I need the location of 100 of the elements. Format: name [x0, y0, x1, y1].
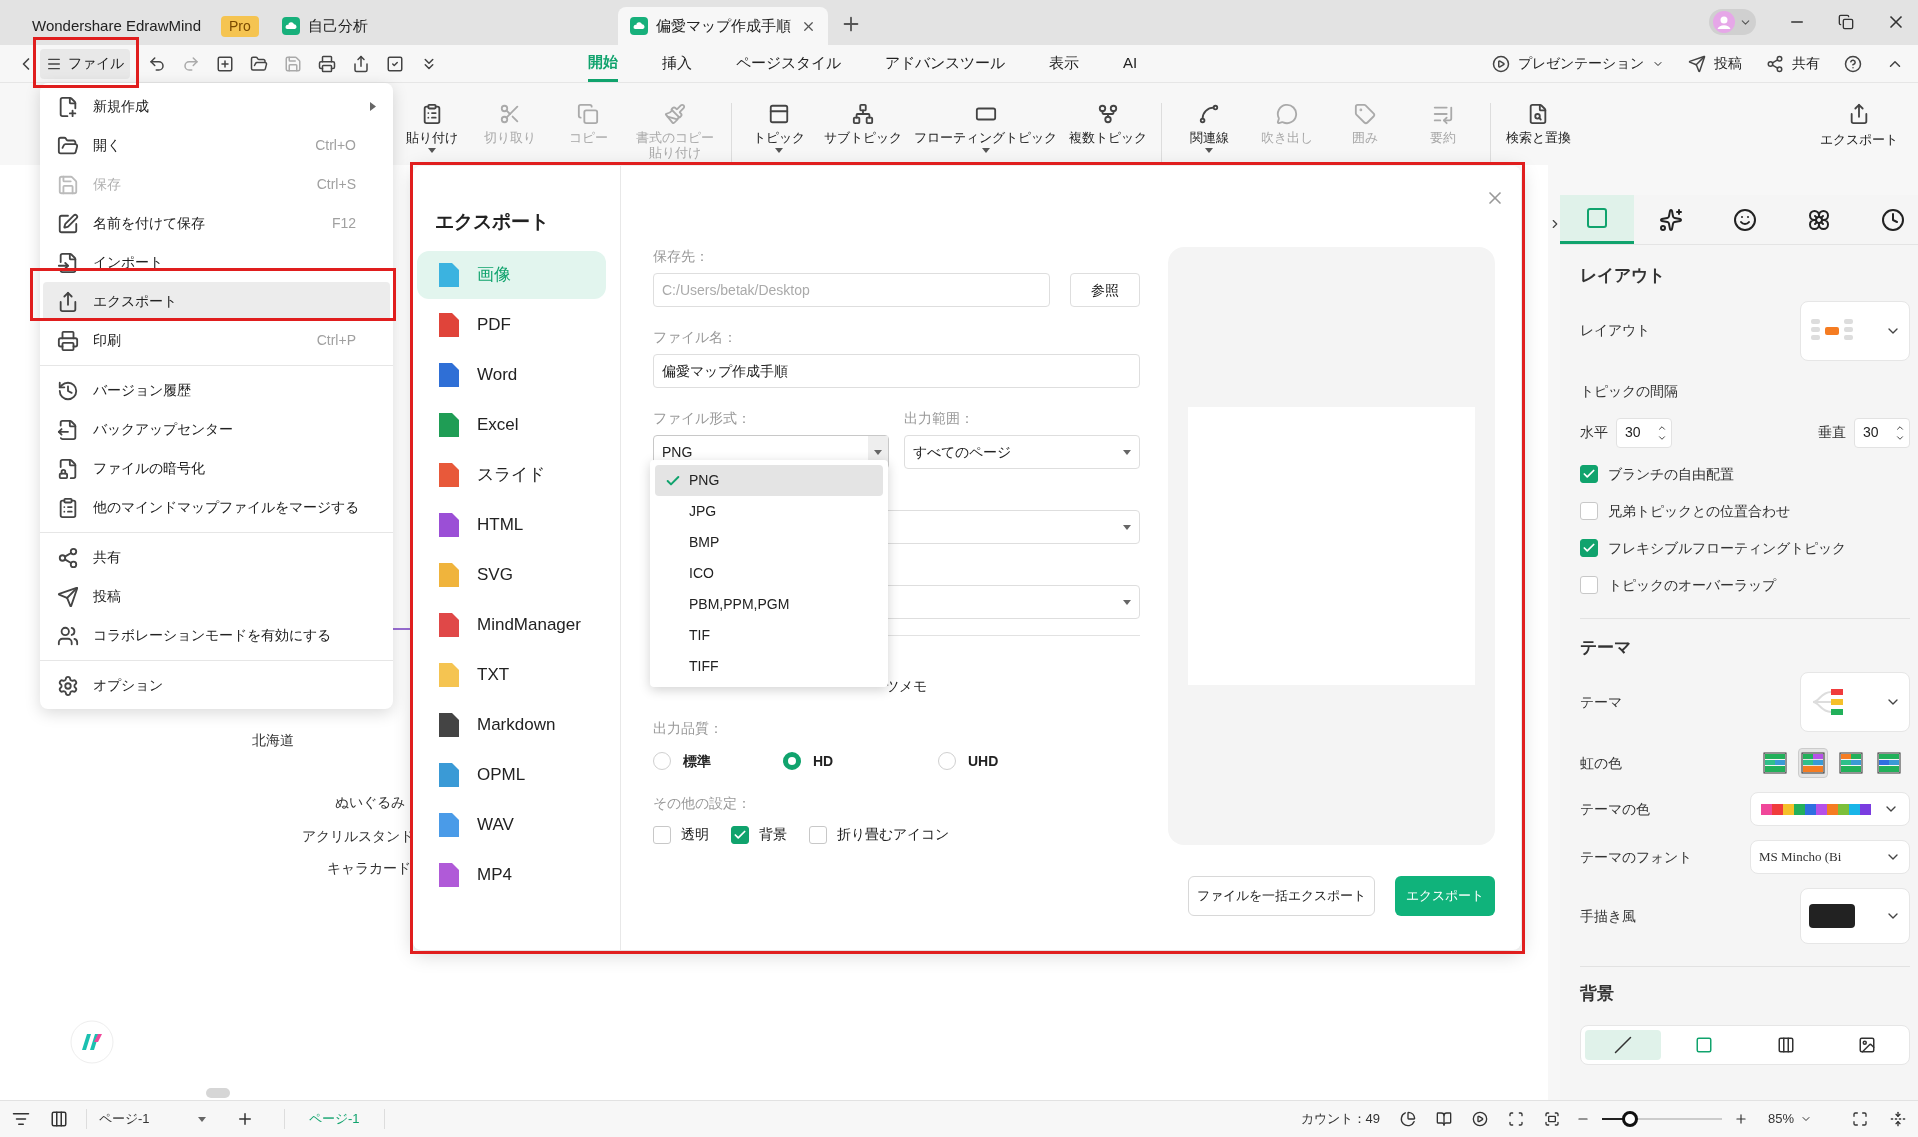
menu-item[interactable]: ファイルの暗号化	[43, 449, 390, 488]
menu-item[interactable]: 共有	[43, 538, 390, 577]
menu-label: コラボレーションモードを有効にする	[93, 626, 331, 645]
range-select[interactable]: すべてのページ	[904, 435, 1140, 469]
setting-label: レイアウト	[1580, 321, 1650, 340]
ribbon-tab[interactable]: アドバンスツール	[885, 45, 1005, 82]
menu-item[interactable]: バックアップセンター	[43, 410, 390, 449]
ribbon-button[interactable]: 貼り付け	[399, 103, 465, 153]
shortcut-label: Ctrl+O	[315, 136, 356, 155]
number-field[interactable]: 30	[1854, 417, 1910, 448]
setting-label: テーマのフォント	[1580, 847, 1692, 867]
menu-item[interactable]: 名前を付けて保存 F12	[43, 204, 390, 243]
shortcut-label: Ctrl+P	[316, 331, 356, 350]
setting-label: 手描き風	[1580, 906, 1636, 926]
count-label: カウント：49	[1300, 1110, 1380, 1129]
document-tab[interactable]: 偏愛マップ作成手順	[618, 7, 828, 45]
file-name-field[interactable]: 偏愛マップ作成手順	[653, 354, 1140, 388]
menu-label: オプション	[93, 676, 163, 695]
menu-item[interactable]: エクスポート	[43, 282, 390, 321]
menu-item[interactable]: 新規作成	[43, 87, 390, 126]
path-field[interactable]: C:/Users/betak/Desktop	[653, 273, 1050, 307]
ribbon-button[interactable]: 複数トピック	[1069, 103, 1147, 145]
browse-button[interactable]: 参照	[1070, 273, 1140, 307]
menu-item[interactable]: 印刷 Ctrl+P	[43, 321, 390, 360]
dropdown-option[interactable]: JPG	[655, 496, 883, 527]
menu-item[interactable]: オプション	[43, 666, 390, 705]
dropdown-option[interactable]: TIF	[655, 620, 883, 651]
ribbon-button[interactable]: フローティングトピック	[914, 103, 1057, 153]
ribbon-tab[interactable]: ページスタイル	[736, 45, 841, 82]
shortcut-label: F12	[331, 214, 356, 233]
option-label: 標準	[683, 751, 711, 771]
setting-label: 垂直	[1818, 423, 1846, 442]
ribbon-button[interactable]: サブトピック	[824, 103, 902, 145]
menu-label: バージョン履歴	[93, 381, 191, 400]
number-field[interactable]: 30	[1616, 417, 1672, 448]
menu-item[interactable]: バージョン履歴	[43, 371, 390, 410]
format-item[interactable]: MindManager	[417, 600, 606, 649]
field-label: 保存先：	[653, 247, 710, 266]
ribbon-tab[interactable]: 挿入	[662, 45, 692, 82]
map-topic: 北海道	[252, 731, 294, 750]
format-item[interactable]: Markdown	[417, 700, 606, 749]
font-select[interactable]: MS Mincho (Bi	[1750, 840, 1910, 874]
section-title: テーマ	[1580, 636, 1632, 659]
font-value: MS Mincho (Bi	[1759, 848, 1842, 867]
format-item[interactable]: スライド	[417, 450, 606, 499]
menu-label: 新規作成	[93, 97, 149, 116]
pro-badge: Pro	[221, 15, 259, 37]
document-tab[interactable]: Wondershare EdrawMind Pro	[12, 7, 262, 45]
ribbon-label: エクスポート	[1820, 131, 1898, 149]
setting-label: テーマの色	[1580, 799, 1650, 819]
menu-label: バックアップセンター	[93, 420, 233, 439]
dropdown-option[interactable]: ICO	[655, 558, 883, 589]
document-tab[interactable]: 自己分析	[270, 7, 430, 45]
ribbon-button[interactable]: トピック	[746, 103, 812, 153]
menu-item[interactable]: 開く Ctrl+O	[43, 126, 390, 165]
setting-label: テーマ	[1580, 692, 1622, 712]
toolbar-action[interactable]: 投稿	[1688, 53, 1742, 74]
field-label: ファイル形式：	[653, 409, 752, 428]
format-item[interactable]: PDF	[417, 300, 606, 349]
option-label: フレキシブルフローティングトピック	[1608, 538, 1846, 558]
option-label: ブランチの自由配置	[1608, 464, 1734, 484]
file-menu-button[interactable]: ファイル	[40, 48, 130, 79]
menu-label: 共有	[93, 548, 121, 567]
shortcut-label: Ctrl+S	[316, 175, 356, 194]
format-item[interactable]: Excel	[417, 400, 606, 449]
dropdown-option[interactable]: PBM,PPM,PGM	[655, 589, 883, 620]
dropdown-option[interactable]: TIFF	[655, 651, 883, 682]
menu-item[interactable]: 他のマインドマップファイルをマージする	[43, 488, 390, 527]
format-item[interactable]: SVG	[417, 550, 606, 599]
menu-item[interactable]: 投稿	[43, 577, 390, 616]
field-label: ファイル名：	[653, 328, 738, 347]
file-label: ファイル	[68, 54, 124, 73]
action-label: プレゼンテーション	[1518, 54, 1644, 73]
field-label: その他の設定：	[653, 794, 752, 813]
format-item[interactable]: MP4	[417, 850, 606, 899]
batch-export-button[interactable]: ファイルを一括エクスポート	[1188, 876, 1375, 916]
ribbon-tab[interactable]: 表示	[1049, 45, 1079, 82]
dropdown-option[interactable]: PNG	[655, 465, 883, 496]
menu-item[interactable]: コラボレーションモードを有効にする	[43, 616, 390, 655]
field-label: 出力品質：	[653, 719, 724, 738]
option-label: 背景	[759, 825, 787, 844]
ribbon-button[interactable]: 検索と置換	[1505, 103, 1571, 145]
format-item[interactable]: WAV	[417, 800, 606, 849]
format-item[interactable]: TXT	[417, 650, 606, 699]
toolbar-action[interactable]: プレゼンテーション	[1492, 53, 1664, 74]
map-topic: ぬいぐるみ	[335, 793, 405, 812]
option-label: 折り畳むアイコン	[837, 825, 949, 844]
zoom-value[interactable]: 85%	[1767, 1109, 1794, 1129]
menu-label: 開く	[93, 136, 121, 155]
format-item[interactable]: OPML	[417, 750, 606, 799]
tab-title: Wondershare EdrawMind	[32, 15, 201, 36]
format-item[interactable]: Word	[417, 350, 606, 399]
option-label: 透明	[681, 825, 709, 844]
dropdown-option[interactable]: BMP	[655, 527, 883, 558]
export-ribbon-button[interactable]: エクスポート	[1820, 103, 1898, 150]
ribbon-button[interactable]: 関連線	[1176, 103, 1242, 153]
toolbar-action[interactable]: 共有	[1766, 53, 1820, 74]
format-item[interactable]: HTML	[417, 500, 606, 549]
ribbon-tab[interactable]: AI	[1123, 45, 1138, 82]
page-select[interactable]: ページ-1	[86, 1109, 206, 1129]
